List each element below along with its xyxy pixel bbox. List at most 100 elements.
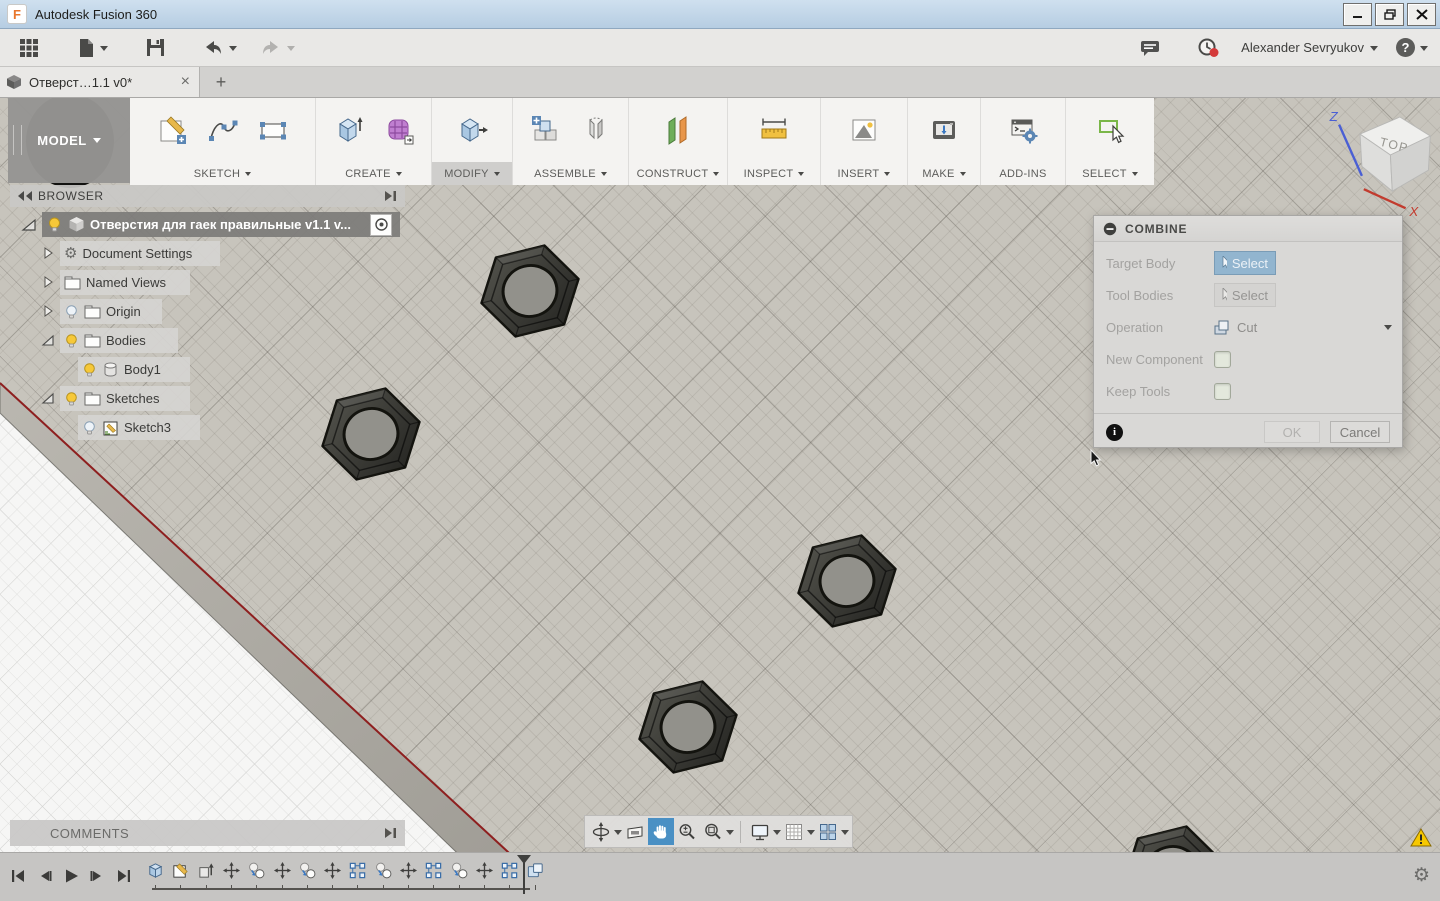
zoom-tool[interactable] (674, 818, 700, 845)
timeline-play-button[interactable] (60, 865, 82, 887)
scripts-addins-button[interactable] (1005, 111, 1041, 149)
visibility-bulb-off-icon[interactable] (82, 420, 97, 436)
create-menu[interactable]: CREATE (316, 162, 431, 185)
target-body-select-button[interactable]: Select (1214, 251, 1276, 275)
timeline-feature-copy[interactable] (374, 861, 394, 881)
warning-icon[interactable] (1410, 828, 1432, 847)
browser-row-named-views[interactable]: Named Views (60, 270, 190, 295)
create-sketch-button[interactable] (155, 111, 191, 149)
info-icon[interactable]: i (1106, 424, 1123, 441)
tab-close-button[interactable]: × (178, 74, 193, 90)
assemble-menu[interactable]: ASSEMBLE (513, 162, 628, 185)
press-pull-button[interactable] (454, 111, 490, 149)
expand-toggle[interactable] (40, 274, 56, 290)
orbit-menu-caret[interactable] (614, 830, 622, 839)
browser-panel-header[interactable]: BROWSER (10, 185, 405, 207)
hex-nut-body[interactable] (630, 675, 747, 778)
timeline-feature-pattern[interactable] (500, 861, 520, 881)
browser-row-root[interactable]: Отверстия для гаек правильные v1.1 v... (42, 212, 400, 237)
collapse-toggle[interactable] (40, 332, 56, 348)
view-cube[interactable]: Z TOP X (1329, 109, 1431, 219)
collapse-dialog-icon[interactable] (1103, 222, 1117, 236)
visibility-bulb-on-icon[interactable] (82, 362, 97, 378)
undo-button[interactable] (198, 34, 242, 62)
orbit-tool[interactable] (588, 818, 614, 845)
collapse-panel-icon[interactable] (16, 190, 34, 202)
redo-button[interactable] (256, 34, 300, 62)
minimize-button[interactable] (1343, 3, 1372, 26)
measure-button[interactable] (756, 111, 792, 149)
tool-bodies-select-button[interactable]: Select (1214, 283, 1276, 307)
timeline-step-forward-button[interactable] (86, 865, 108, 887)
visibility-bulb-on-icon[interactable] (64, 391, 79, 407)
extrude-button[interactable] (331, 111, 367, 149)
timeline-go-to-start-button[interactable] (8, 865, 30, 887)
restore-button[interactable] (1375, 3, 1404, 26)
timeline-feature-pattern[interactable] (348, 861, 368, 881)
timeline-feature-sketch[interactable] (171, 861, 191, 881)
timeline-playhead-handle[interactable] (517, 855, 531, 864)
make-button[interactable] (926, 111, 962, 149)
visibility-bulb-on-icon[interactable] (46, 216, 63, 233)
timeline-feature-copy[interactable] (298, 861, 318, 881)
browser-row-origin[interactable]: Origin (60, 299, 162, 324)
viewports-menu-caret[interactable] (841, 830, 849, 839)
timeline-feature-move[interactable] (475, 861, 495, 881)
construct-menu[interactable]: CONSTRUCT (629, 162, 727, 185)
browser-row-bodies[interactable]: Bodies (60, 328, 178, 353)
look-at-tool[interactable] (622, 818, 648, 845)
timeline-feature-move[interactable] (273, 861, 293, 881)
file-menu-button[interactable] (72, 34, 113, 62)
combine-dialog-header[interactable]: COMBINE (1094, 216, 1402, 242)
operation-row[interactable]: Operation Cut (1094, 311, 1402, 343)
browser-row-body1[interactable]: Body1 (78, 357, 190, 382)
panel-flyout-icon[interactable] (383, 826, 399, 840)
fit-menu-caret[interactable] (726, 830, 734, 839)
addins-menu[interactable]: ADD-INS (981, 162, 1065, 185)
spline-button[interactable] (205, 111, 241, 149)
expand-toggle[interactable] (40, 245, 56, 261)
display-settings[interactable] (747, 818, 773, 845)
timeline-settings-gear-icon[interactable]: ⚙ (1413, 865, 1430, 887)
timeline-go-to-end-button[interactable] (112, 865, 134, 887)
timeline-feature-move[interactable] (323, 861, 343, 881)
timeline-feature-combine[interactable] (526, 861, 546, 881)
make-menu[interactable]: MAKE (908, 162, 980, 185)
display-menu-caret[interactable] (773, 830, 781, 839)
keep-tools-checkbox[interactable] (1214, 383, 1231, 400)
timeline-feature-copy[interactable] (247, 861, 267, 881)
select-menu[interactable]: SELECT (1066, 162, 1154, 185)
close-button[interactable] (1407, 3, 1436, 26)
joint-button[interactable] (578, 111, 614, 149)
grid-menu-caret[interactable] (807, 830, 815, 839)
operation-dropdown-caret[interactable] (1384, 325, 1392, 334)
user-menu[interactable]: Alexander Sevryukov (1241, 40, 1364, 55)
pan-tool[interactable] (648, 818, 674, 845)
cancel-button[interactable]: Cancel (1330, 421, 1390, 443)
ok-button[interactable]: OK (1264, 421, 1320, 443)
inspect-menu[interactable]: INSPECT (728, 162, 820, 185)
help-menu-caret[interactable] (1420, 46, 1428, 55)
job-status-clock-button[interactable] (1193, 34, 1225, 62)
expand-toggle[interactable] (20, 216, 38, 234)
save-button[interactable] (141, 34, 170, 62)
new-component-button[interactable] (528, 111, 564, 149)
sketch-menu[interactable]: SKETCH (130, 162, 315, 185)
workspace-selector[interactable]: MODEL (8, 97, 130, 183)
activate-component-radio[interactable] (370, 214, 392, 236)
comments-bar[interactable]: COMMENTS (10, 820, 405, 846)
visibility-bulb-off-icon[interactable] (64, 304, 79, 320)
expand-toggle[interactable] (40, 303, 56, 319)
construct-plane-button[interactable] (660, 111, 696, 149)
active-document-tab[interactable]: Отверст…1.1 v0* × (0, 67, 200, 97)
hex-nut-body[interactable] (1432, 540, 1440, 643)
panel-flyout-icon[interactable] (383, 189, 399, 203)
operation-value[interactable]: Cut (1214, 319, 1257, 335)
select-button[interactable] (1092, 111, 1128, 149)
create-form-button[interactable] (381, 111, 417, 149)
user-menu-caret[interactable] (1370, 46, 1378, 55)
app-grid-menu-button[interactable] (14, 34, 44, 62)
browser-row-sketches[interactable]: Sketches (60, 386, 190, 411)
visibility-bulb-on-icon[interactable] (64, 333, 79, 349)
viewports[interactable] (815, 818, 841, 845)
